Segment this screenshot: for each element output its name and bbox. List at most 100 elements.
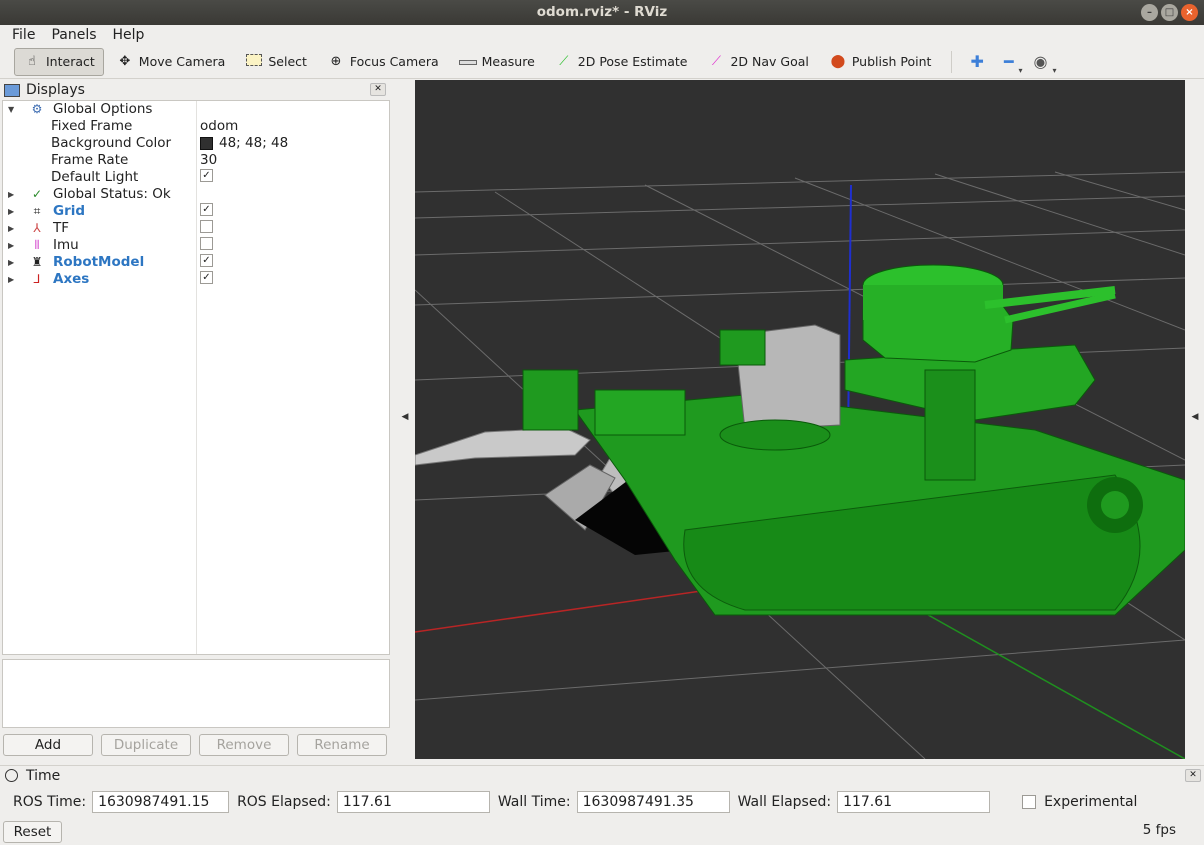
nav-goal-label: 2D Nav Goal	[730, 54, 809, 69]
menu-help[interactable]: Help	[105, 25, 153, 45]
toolbar: ☝ Interact ✥ Move Camera Select ⊕ Focus …	[0, 45, 1204, 79]
publish-point-label: Publish Point	[851, 54, 932, 69]
remove-button[interactable]: Remove	[199, 734, 289, 756]
global-options-row[interactable]: ▼ ⚙ Global Options	[3, 101, 389, 118]
maximize-icon[interactable]: □	[1161, 4, 1178, 21]
wall-time-label: Wall Time:	[497, 794, 571, 810]
global-status-label: Global Status: Ok	[53, 186, 171, 202]
wall-elapsed-field[interactable]: 117.61	[837, 791, 991, 813]
pose-estimate-tool-button[interactable]: ⟋ 2D Pose Estimate	[547, 48, 696, 76]
toolbar-separator	[951, 50, 953, 73]
display-item-robotmodel[interactable]: ▶ ♜ RobotModel ✓	[3, 254, 389, 271]
wall-elapsed-label: Wall Elapsed:	[737, 794, 832, 810]
focus-camera-tool-button[interactable]: ⊕ Focus Camera	[319, 48, 447, 76]
imu-checkbox[interactable]	[200, 237, 213, 250]
default-light-row[interactable]: Default Light ✓	[3, 169, 389, 186]
add-tool-icon[interactable]: ✚	[960, 52, 993, 71]
render-viewport-3d[interactable]	[414, 80, 1186, 760]
collapse-left-icon[interactable]: ◀	[397, 412, 413, 422]
default-light-checkbox[interactable]: ✓	[200, 169, 213, 182]
minimize-icon[interactable]: –	[1141, 4, 1158, 21]
global-status-row[interactable]: ▶ ✓ Global Status: Ok	[3, 186, 389, 203]
axes-checkbox[interactable]: ✓	[200, 271, 213, 284]
ros-time-field[interactable]: 1630987491.15	[92, 791, 230, 813]
nav-arrow-icon: ⟋	[711, 54, 721, 69]
background-color-row[interactable]: Background Color 48; 48; 48	[3, 135, 389, 152]
display-description-box	[2, 659, 390, 728]
ruler-icon	[458, 54, 477, 69]
collapse-arrow-icon[interactable]: ▼	[8, 101, 14, 118]
fixed-frame-label: Fixed Frame	[51, 118, 133, 134]
expand-arrow-icon[interactable]: ▶	[8, 220, 14, 237]
wall-time-field[interactable]: 1630987491.35	[576, 791, 730, 813]
menu-file[interactable]: File	[4, 25, 43, 45]
move-camera-label: Move Camera	[138, 54, 226, 69]
imu-icon: ⫴	[34, 238, 40, 252]
gear-icon: ⚙	[31, 102, 43, 116]
ros-time-label: ROS Time:	[13, 794, 87, 810]
view-eye-icon[interactable]: ◉ ▾	[1023, 52, 1057, 75]
axes-label: Axes	[53, 271, 90, 287]
focus-camera-icon: ⊕	[330, 54, 342, 69]
display-buttons: Add Duplicate Remove Rename	[3, 734, 387, 756]
interact-tool-button[interactable]: ☝ Interact	[14, 47, 104, 76]
time-panel-close-icon[interactable]: ✕	[1185, 769, 1201, 782]
tf-axes-icon: ⅄	[33, 221, 41, 235]
panel-close-icon[interactable]: ✕	[370, 83, 386, 96]
nav-goal-tool-button[interactable]: ⟋ 2D Nav Goal	[699, 48, 816, 76]
menu-panels[interactable]: Panels	[43, 25, 104, 45]
remove-tool-icon[interactable]: ━ ▾	[994, 52, 1024, 75]
publish-point-tool-button[interactable]: ⬤ Publish Point	[821, 48, 940, 76]
add-button[interactable]: Add	[3, 734, 93, 756]
measure-tool-button[interactable]: Measure	[451, 48, 543, 76]
color-swatch	[200, 137, 213, 150]
global-options-label: Global Options	[53, 101, 153, 117]
frame-rate-value[interactable]: 30	[200, 152, 217, 169]
move-camera-tool-button[interactable]: ✥ Move Camera	[108, 48, 234, 76]
select-tool-button[interactable]: Select	[237, 48, 315, 76]
display-item-grid[interactable]: ▶ ⌗ Grid ✓	[3, 203, 389, 220]
fixed-frame-value[interactable]: odom	[200, 118, 238, 135]
displays-panel-header: Displays ✕	[0, 80, 390, 100]
display-item-imu[interactable]: ▶ ⫴ Imu	[3, 237, 389, 254]
hand-icon: ☝	[28, 54, 36, 69]
ros-elapsed-field[interactable]: 117.61	[336, 791, 490, 813]
display-item-tf[interactable]: ▶ ⅄ TF	[3, 220, 389, 237]
check-icon: ✓	[31, 187, 43, 201]
measure-label: Measure	[481, 54, 535, 69]
clock-icon	[5, 769, 18, 782]
time-title: Time	[26, 767, 61, 784]
reset-button[interactable]: Reset	[3, 821, 62, 843]
background-color-value[interactable]: 48; 48; 48	[200, 135, 288, 152]
pose-arrow-icon: ⟋	[559, 54, 569, 69]
duplicate-button[interactable]: Duplicate	[101, 734, 191, 756]
left-dock-handle[interactable]: ◀	[397, 80, 413, 759]
experimental-label: Experimental	[1044, 794, 1138, 810]
grid-label: Grid	[53, 203, 86, 219]
expand-arrow-icon[interactable]: ▶	[8, 203, 14, 220]
robot-model-icon: ♜	[31, 255, 43, 269]
expand-arrow-icon[interactable]: ▶	[8, 254, 14, 271]
right-dock-handle[interactable]: ◀	[1187, 80, 1203, 759]
move-camera-icon: ✥	[119, 54, 131, 69]
background-color-text: 48; 48; 48	[219, 135, 289, 151]
grid-checkbox[interactable]: ✓	[200, 203, 213, 216]
display-item-axes[interactable]: ▶ ⅃ Axes ✓	[3, 271, 389, 288]
scene-svg	[414, 171, 1186, 760]
rename-button[interactable]: Rename	[297, 734, 387, 756]
tf-label: TF	[53, 220, 70, 236]
monitor-icon	[4, 83, 20, 97]
robotmodel-checkbox[interactable]: ✓	[200, 254, 213, 267]
tf-checkbox[interactable]	[200, 220, 213, 233]
displays-title: Displays	[26, 82, 85, 98]
expand-arrow-icon[interactable]: ▶	[8, 186, 14, 203]
expand-arrow-icon[interactable]: ▶	[8, 237, 14, 254]
fixed-frame-row[interactable]: Fixed Frame odom	[3, 118, 389, 135]
frame-rate-row[interactable]: Frame Rate 30	[3, 152, 389, 169]
close-icon[interactable]: ×	[1181, 4, 1198, 21]
axes-icon: ⅃	[33, 272, 41, 286]
experimental-checkbox[interactable]	[1022, 795, 1037, 809]
select-icon	[245, 53, 263, 70]
collapse-right-icon[interactable]: ◀	[1187, 412, 1203, 422]
expand-arrow-icon[interactable]: ▶	[8, 271, 14, 288]
